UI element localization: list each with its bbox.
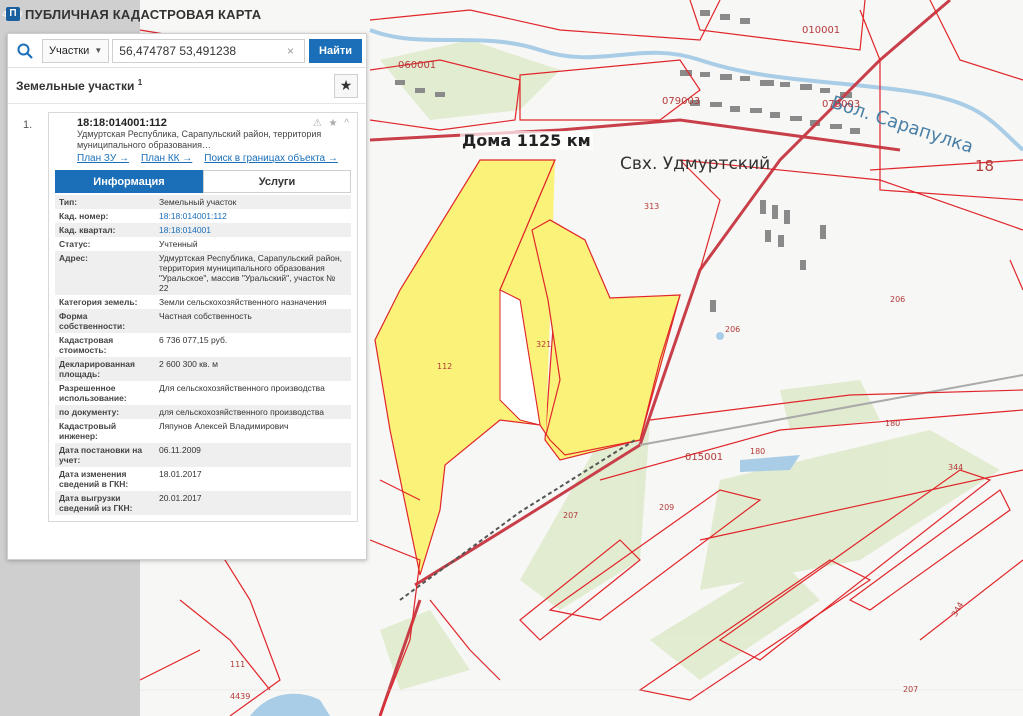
tab-services[interactable]: Услуги (203, 170, 351, 193)
result-index: 1. (23, 119, 33, 131)
info-key: Дата выгрузки сведений из ГКН: (55, 491, 155, 515)
info-key: Кадастровый инженер: (59, 421, 117, 441)
results-header: Земельные участки 1 ★ (8, 68, 366, 104)
info-key: Разрешенное использование: (59, 383, 127, 403)
info-value[interactable]: 18:18:014001 (155, 223, 351, 237)
info-row: Кадастровый инженер: Ляпунов Алексей Влад… (55, 419, 351, 443)
info-row: Статус: Учтенный (55, 237, 351, 251)
info-row: Дата постановки на учет: 06.11.2009 (55, 443, 351, 467)
info-key: Категория земель: (59, 297, 138, 307)
search-icon[interactable] (8, 38, 42, 64)
info-value[interactable]: 18:18:014001:112 (155, 209, 351, 223)
results-title-text: Земельные участки (16, 79, 135, 93)
info-row: Кадастровая стоимость: 6 736 077,15 руб. (55, 333, 351, 357)
parcel-info-table: Тип: Земельный участок Кад. номер: 18:18:01… (55, 195, 351, 515)
search-in-bounds-link[interactable]: Поиск в границах объекта → (204, 153, 338, 164)
results-title: Земельные участки 1 (16, 78, 142, 93)
info-row: по документу: для сельскохозяйственного п… (55, 405, 351, 419)
info-value: Учтенный (159, 239, 198, 249)
parcel-address-short: Удмуртская Республика, Сарапульский райо… (77, 129, 322, 150)
search-input[interactable] (112, 38, 306, 63)
clear-icon[interactable]: × (287, 44, 303, 58)
parcel-card: 1. 18:18:014001:112 ⚠ ★ ^ Удмуртская Рес… (23, 112, 358, 522)
info-value: 06.11.2009 (155, 443, 351, 467)
info-key: Тип: (55, 195, 155, 209)
tab-information[interactable]: Информация (55, 170, 203, 193)
info-value: для сельскохозяйственного производства (155, 405, 351, 419)
info-key: Дата изменения сведений в ГКН: (59, 469, 129, 489)
info-key: Кадастровая стоимость: (59, 335, 114, 355)
favorite-star-icon[interactable]: ★ (334, 73, 358, 98)
tab-bar: Информация Услуги (55, 170, 351, 193)
search-type-label: Участки (49, 44, 90, 57)
info-row: Разрешенное использование: Для сельскохоз… (55, 381, 351, 405)
info-key: Декларированная площадь: (55, 357, 155, 381)
info-value: 20.01.2017 (155, 491, 351, 515)
search-bar: Участки ▼ × Найти (8, 34, 366, 68)
app-title: ПУБЛИЧНАЯ КАДАСТРОВАЯ КАРТА (25, 6, 262, 22)
card-links: План ЗУ → План КК → Поиск в границах объ… (77, 153, 351, 164)
info-value: Земли сельскохозяйственного назначения (159, 297, 327, 307)
info-key: Дата постановки на учет: (55, 443, 155, 467)
parcel-cad-number: 18:18:014001:112 (77, 117, 167, 129)
info-row: Кад. квартал: 18:18:014001 (55, 223, 351, 237)
info-value: 6 736 077,15 руб. (159, 335, 228, 345)
info-value: 18.01.2017 (159, 469, 202, 479)
info-row: Форма собственности: Частная собственност… (55, 309, 351, 333)
info-key: Форма собственности: (55, 309, 155, 333)
info-key: Статус: (59, 239, 91, 249)
info-key: по документу: (55, 405, 155, 419)
info-row: Категория земель: Земли сельскохозяйствен… (55, 295, 351, 309)
info-value: Ляпунов Алексей Владимирович (159, 421, 289, 431)
results-count: 1 (137, 78, 143, 87)
info-value: Частная собственность (155, 309, 351, 333)
info-row: Дата изменения сведений в ГКН: 18.01.2017 (55, 467, 351, 491)
info-row: Тип: Земельный участок (55, 195, 351, 209)
search-type-select[interactable]: Участки ▼ (42, 38, 110, 63)
info-key: Кад. квартал: (55, 223, 155, 237)
chevron-down-icon: ▼ (94, 46, 103, 55)
info-value: Земельный участок (155, 195, 351, 209)
info-value: Удмуртская Республика, Сарапульский райо… (155, 251, 351, 295)
plan-kk-link[interactable]: План КК → (141, 153, 192, 164)
plan-zu-link[interactable]: План ЗУ → (77, 153, 129, 164)
info-row: Адрес: Удмуртская Республика, Сарапульски… (55, 251, 351, 295)
card-action-icons[interactable]: ⚠ ★ ^ (313, 118, 351, 129)
find-button[interactable]: Найти (309, 38, 362, 63)
info-row: Дата выгрузки сведений из ГКН: 20.01.2017 (55, 491, 351, 515)
pkk-logo-icon: П (6, 7, 20, 21)
info-row: Кад. номер: 18:18:014001:112 (55, 209, 351, 223)
info-value: 2 600 300 кв. м (155, 357, 351, 381)
info-row: Декларированная площадь: 2 600 300 кв. м (55, 357, 351, 381)
info-panel: Участки ▼ × Найти Земельные участки 1 ★ … (7, 33, 367, 560)
info-key: Кад. номер: (59, 211, 109, 221)
info-key: Адрес: (55, 251, 155, 295)
app-header: П ПУБЛИЧНАЯ КАДАСТРОВАЯ КАРТА (0, 0, 261, 28)
info-value: Для сельскохозяйственного производства (159, 383, 325, 393)
